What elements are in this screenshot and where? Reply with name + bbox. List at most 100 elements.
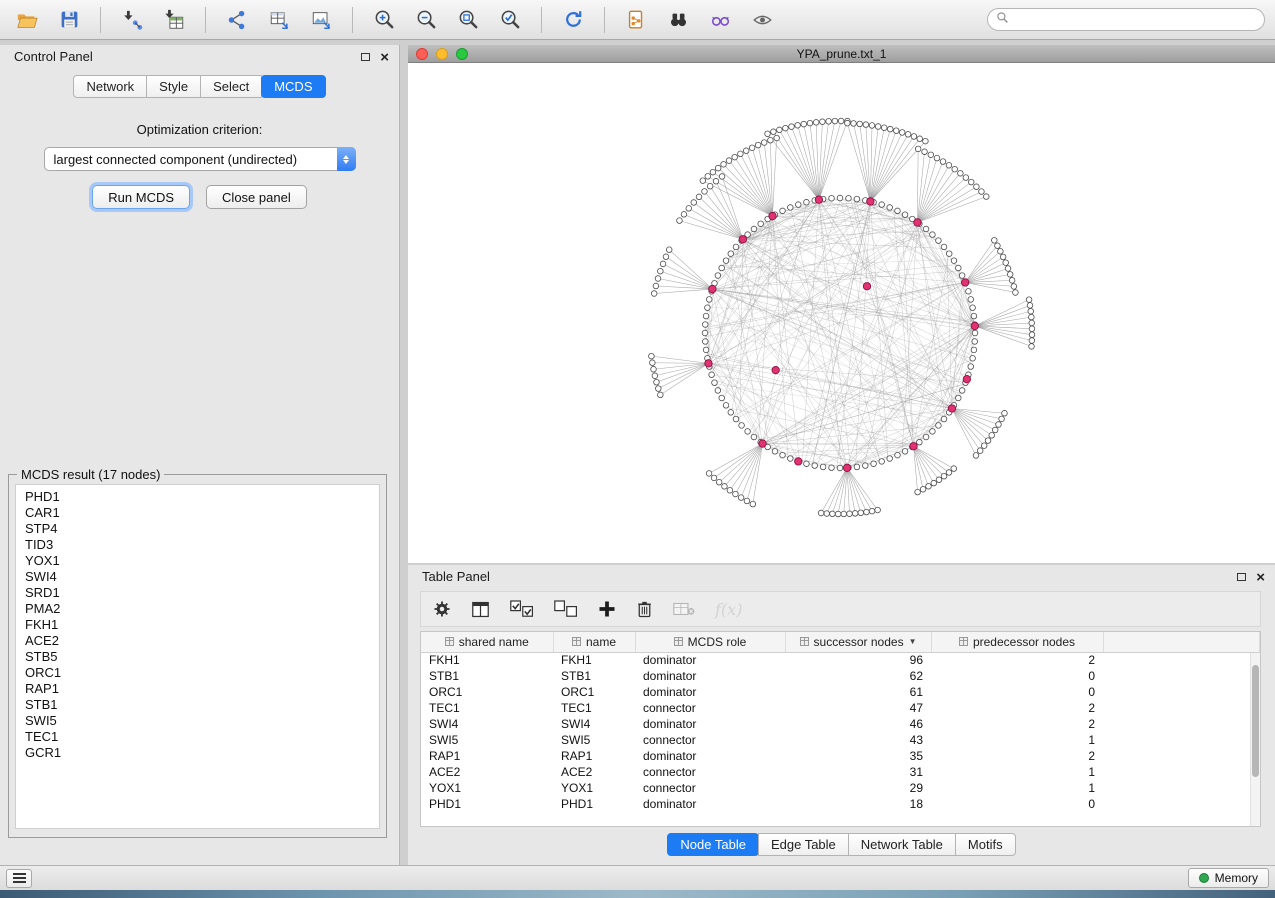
float-window-icon[interactable]	[1237, 573, 1246, 581]
table-row[interactable]: STB1STB1dominator620	[421, 668, 1260, 684]
status-menu-button[interactable]	[6, 869, 32, 888]
column-type-icon	[674, 637, 683, 646]
deselect-all-rows-icon[interactable]	[554, 600, 578, 618]
column-header-predecessor-nodes[interactable]: predecessor nodes	[931, 632, 1103, 652]
show-eye-icon[interactable]	[745, 5, 779, 35]
table-row[interactable]: YOX1YOX1connector291	[421, 780, 1260, 796]
zoom-in-icon[interactable]	[367, 5, 401, 35]
tab-motifs[interactable]: Motifs	[955, 833, 1016, 856]
export-image-icon[interactable]	[304, 5, 338, 35]
toolbar-separator	[604, 7, 605, 33]
hide-glasses-icon[interactable]	[703, 5, 737, 35]
float-window-icon[interactable]	[361, 53, 370, 61]
open-folder-icon[interactable]	[10, 5, 44, 35]
network-canvas[interactable]	[408, 63, 1275, 563]
column-header-name[interactable]: name	[553, 632, 635, 652]
tab-style[interactable]: Style	[146, 75, 201, 98]
maximize-window-icon[interactable]	[456, 48, 468, 60]
tab-network[interactable]: Network	[73, 75, 147, 98]
run-mcds-button[interactable]: Run MCDS	[92, 185, 190, 209]
table-row[interactable]: SWI4SWI4dominator462	[421, 716, 1260, 732]
tab-select[interactable]: Select	[200, 75, 262, 98]
mcds-result-item[interactable]: FKH1	[25, 617, 379, 633]
table-row[interactable]: ORC1ORC1dominator610	[421, 684, 1260, 700]
mcds-result-list[interactable]: PHD1CAR1STP4TID3YOX1SWI4SRD1PMA2FKH1ACE2…	[15, 484, 380, 829]
table-panel-title: Table Panel	[422, 569, 490, 584]
mcds-result-item[interactable]: STB1	[25, 697, 379, 713]
table-panel-header: Table Panel ×	[408, 565, 1275, 589]
minimize-window-icon[interactable]	[436, 48, 448, 60]
search-binoculars-icon[interactable]	[661, 5, 695, 35]
table-row[interactable]: TEC1TEC1connector472	[421, 700, 1260, 716]
optimization-criterion-label: Optimization criterion:	[0, 122, 399, 137]
tab-node-table[interactable]: Node Table	[667, 833, 759, 856]
mcds-result-item[interactable]: TID3	[25, 537, 379, 553]
save-icon[interactable]	[52, 5, 86, 35]
mcds-result-item[interactable]: ORC1	[25, 665, 379, 681]
refresh-icon[interactable]	[556, 5, 590, 35]
table-row[interactable]: SWI5SWI5connector431	[421, 732, 1260, 748]
mcds-result-item[interactable]: STP4	[25, 521, 379, 537]
table-row[interactable]: PHD1PHD1dominator180	[421, 796, 1260, 812]
add-column-icon[interactable]	[598, 600, 616, 618]
mcds-result-group: MCDS result (17 nodes) PHD1CAR1STP4TID3Y…	[8, 467, 387, 838]
mcds-result-item[interactable]: CAR1	[25, 505, 379, 521]
document-share-icon[interactable]	[619, 5, 653, 35]
zoom-selected-icon[interactable]	[493, 5, 527, 35]
memory-status-icon	[1199, 873, 1209, 883]
table-toolbar: f(x)	[420, 591, 1261, 627]
table-row[interactable]: RAP1RAP1dominator352	[421, 748, 1260, 764]
table-row[interactable]: FKH1FKH1dominator962	[421, 652, 1260, 668]
mcds-result-item[interactable]: SWI5	[25, 713, 379, 729]
table-tabbar: Node Table Edge Table Network Table Moti…	[408, 833, 1275, 856]
export-table-icon[interactable]	[262, 5, 296, 35]
import-network-icon[interactable]	[115, 5, 149, 35]
mcds-result-item[interactable]: ACE2	[25, 633, 379, 649]
close-window-icon[interactable]	[416, 48, 428, 60]
mcds-result-item[interactable]: RAP1	[25, 681, 379, 697]
table-settings-gear-icon[interactable]	[433, 600, 451, 618]
tab-mcds[interactable]: MCDS	[261, 75, 325, 98]
tab-network-table[interactable]: Network Table	[848, 833, 956, 856]
select-all-rows-icon[interactable]	[510, 600, 534, 618]
node-table: shared name name MCDS role successor nod…	[421, 632, 1260, 812]
mcds-result-item[interactable]: YOX1	[25, 553, 379, 569]
toolbar-separator	[541, 7, 542, 33]
mcds-result-item[interactable]: SRD1	[25, 585, 379, 601]
close-panel-button[interactable]: Close panel	[206, 185, 307, 209]
column-header-mcds-role[interactable]: MCDS role	[635, 632, 785, 652]
mcds-result-item[interactable]: STB5	[25, 649, 379, 665]
close-icon[interactable]: ×	[380, 50, 389, 65]
table-row[interactable]: ACE2ACE2connector311	[421, 764, 1260, 780]
mcds-result-item[interactable]: PMA2	[25, 601, 379, 617]
search-input[interactable]	[1014, 13, 1256, 27]
table-scrollbar[interactable]	[1250, 653, 1260, 826]
mcds-result-item[interactable]: PHD1	[25, 489, 379, 505]
network-window-title: YPA_prune.txt_1	[797, 47, 887, 61]
optimization-criterion-select[interactable]: largest connected component (undirected)	[44, 147, 356, 171]
column-type-icon	[800, 637, 809, 646]
node-table-body: FKH1FKH1dominator962STB1STB1dominator620…	[421, 652, 1260, 812]
toolbar-separator	[205, 7, 206, 33]
mcds-result-item[interactable]: TEC1	[25, 729, 379, 745]
node-table-container: shared name name MCDS role successor nod…	[420, 631, 1261, 827]
memory-button[interactable]: Memory	[1188, 868, 1269, 888]
zoom-fit-icon[interactable]	[451, 5, 485, 35]
table-panel: Table Panel ×	[408, 565, 1275, 865]
mcds-result-item[interactable]: SWI4	[25, 569, 379, 585]
mcds-result-item[interactable]: GCR1	[25, 745, 379, 761]
show-columns-icon[interactable]	[471, 601, 490, 618]
column-header-successor-nodes[interactable]: successor nodes ▼	[785, 632, 931, 652]
table-scrollbar-thumb[interactable]	[1252, 665, 1259, 777]
import-table-icon[interactable]	[157, 5, 191, 35]
tab-edge-table[interactable]: Edge Table	[758, 833, 849, 856]
delete-column-trash-icon[interactable]	[636, 600, 653, 618]
zoom-out-icon[interactable]	[409, 5, 443, 35]
table-header-row: shared name name MCDS role successor nod…	[421, 632, 1260, 652]
search-box	[987, 8, 1265, 31]
share-network-icon[interactable]	[220, 5, 254, 35]
window-traffic-lights	[416, 48, 468, 60]
close-icon[interactable]: ×	[1256, 570, 1265, 585]
column-header-shared-name[interactable]: shared name	[421, 632, 553, 652]
application-window: Control Panel × Network Style Select MCD…	[0, 0, 1275, 898]
